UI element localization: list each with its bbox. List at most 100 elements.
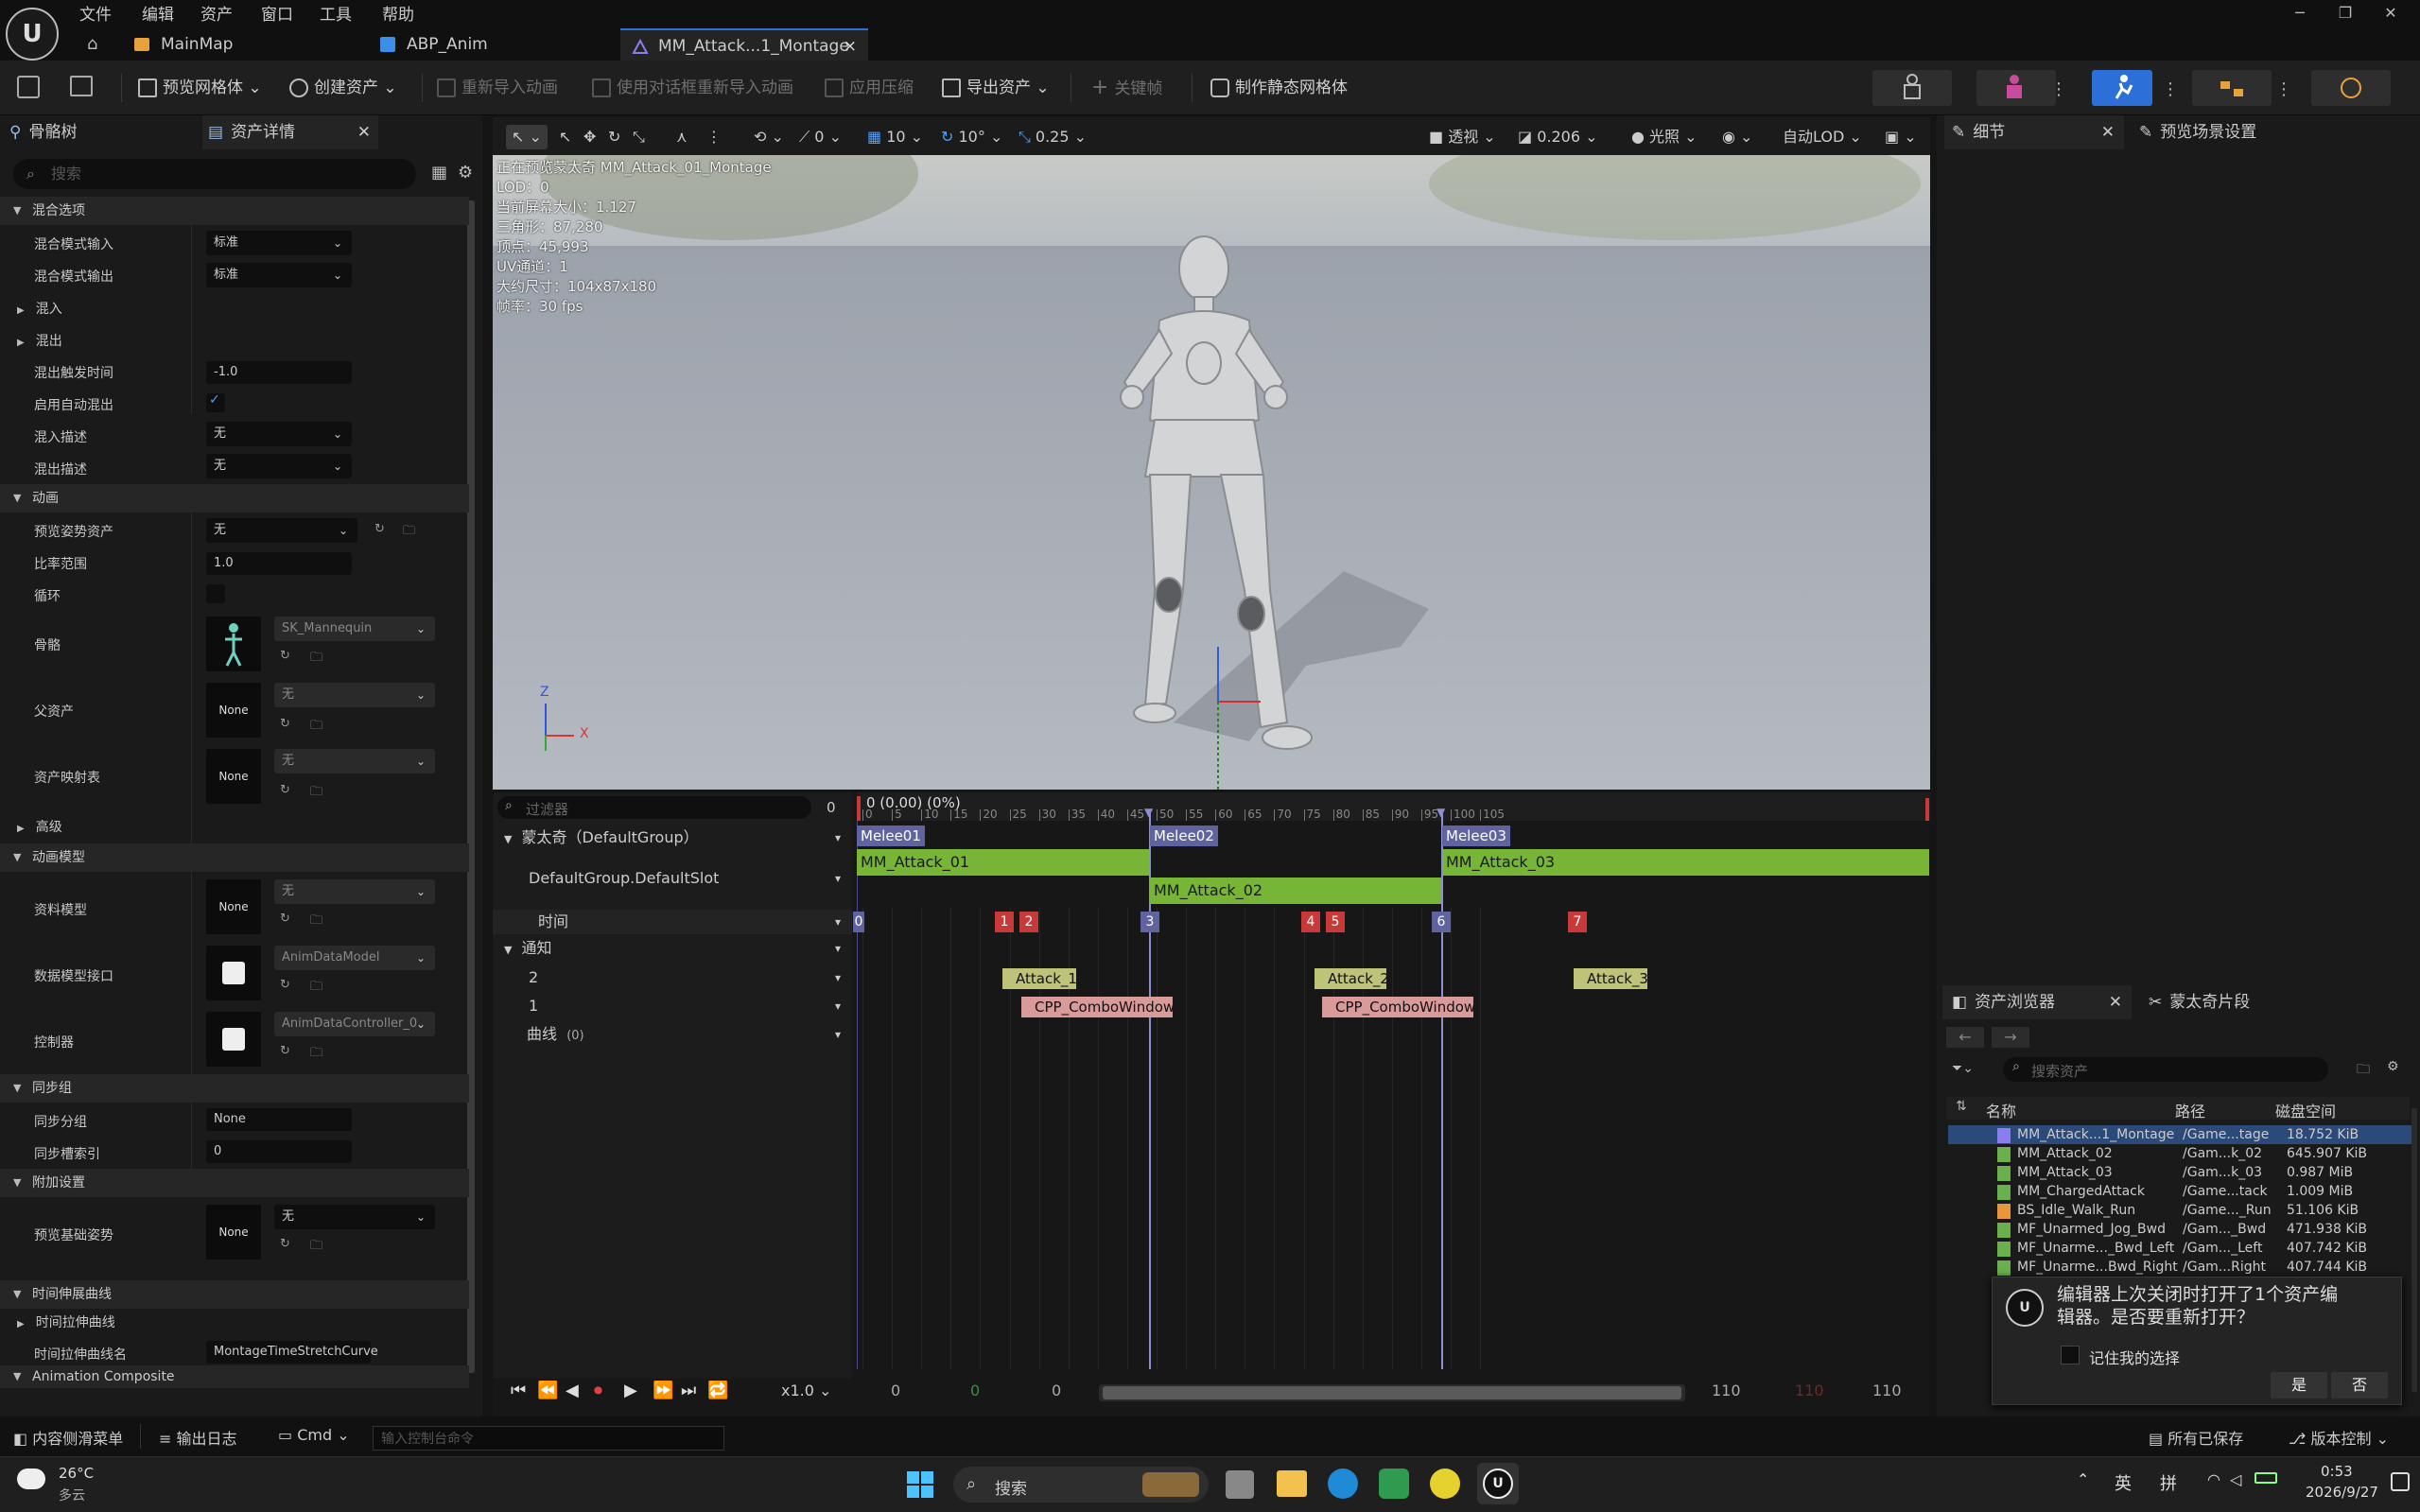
- column-disk-space[interactable]: 磁盘空间: [2275, 1099, 2336, 1121]
- keyframe-button[interactable]: + 关键帧: [1091, 72, 1162, 104]
- preview-mesh-button[interactable]: 预览网格体 ⌄: [138, 72, 262, 104]
- skeleton-dropdown[interactable]: SK_Mannequin ⌄: [274, 617, 435, 641]
- browse-folder-icon[interactable]: 🗀: [310, 649, 327, 666]
- edge-browser-icon[interactable]: [1328, 1469, 1358, 1499]
- asset-row[interactable]: MM_Attack_02/Gam...k_02 645.907 KiB: [1948, 1144, 2411, 1163]
- step-back-icon[interactable]: ⏪: [537, 1381, 558, 1400]
- weather-condition[interactable]: 多云: [59, 1486, 85, 1504]
- loop-icon[interactable]: 🔁: [707, 1381, 728, 1400]
- ime-language[interactable]: 英: [2115, 1470, 2132, 1495]
- skeleton-thumbnail[interactable]: [206, 617, 261, 671]
- tab-asset-browser[interactable]: ◧ 资产浏览器 ✕: [1942, 985, 2132, 1019]
- slot-row[interactable]: DefaultGroup.DefaultSlot ▾: [493, 864, 852, 893]
- time-marker[interactable]: 5: [1326, 912, 1345, 932]
- rotate-icon[interactable]: ↻: [608, 125, 620, 149]
- menu-window[interactable]: 窗口: [261, 2, 293, 28]
- reset-icon[interactable]: ↻: [374, 522, 392, 539]
- reset-icon[interactable]: ↻: [280, 649, 297, 666]
- close-icon[interactable]: ✕: [2370, 0, 2411, 26]
- browse-folder-icon[interactable]: 🗀: [310, 978, 327, 995]
- browse-icon[interactable]: [70, 76, 93, 96]
- blueprint-mode-button[interactable]: [2192, 70, 2272, 106]
- reimport-dialog-button[interactable]: 使用对话框重新导入动画: [592, 72, 793, 104]
- notify-track-1[interactable]: 1 ▾: [493, 995, 852, 1017]
- clock-date[interactable]: 2026/9/27: [2306, 1484, 2378, 1501]
- frame-start[interactable]: 0: [891, 1382, 900, 1399]
- blend-in-row[interactable]: ▶ 混入: [17, 299, 62, 318]
- physics-mode-button[interactable]: [2311, 70, 2391, 106]
- auto-blend-checkbox[interactable]: ✓: [206, 392, 225, 412]
- make-static-mesh-button[interactable]: 制作静态网格体: [1210, 72, 1348, 104]
- reset-icon[interactable]: ↻: [280, 717, 297, 734]
- time-marker[interactable]: 2: [1019, 912, 1038, 932]
- montage-group-row[interactable]: ▼ 蒙太奇（DefaultGroup） ▾: [493, 825, 852, 851]
- asset-row[interactable]: MF_Unarme..._Bwd_Left/Gam..._Left 407.742…: [1948, 1239, 2411, 1258]
- tab-mainmap[interactable]: MainMap: [123, 28, 369, 61]
- notify-attack-2[interactable]: Attack_2: [1314, 968, 1386, 989]
- unreal-engine-taskbar-icon[interactable]: U: [1477, 1463, 1519, 1504]
- frame-view-end[interactable]: 110: [1712, 1382, 1741, 1399]
- folder-icon[interactable]: 🗀: [2357, 1059, 2370, 1082]
- browse-folder-icon[interactable]: 🗀: [310, 717, 327, 734]
- column-path[interactable]: 路径: [2175, 1099, 2205, 1121]
- preview-base-pose-dropdown[interactable]: 无 ⌄: [274, 1205, 435, 1229]
- time-marker[interactable]: 7: [1568, 912, 1587, 932]
- more-icon[interactable]: ⋮: [2050, 79, 2067, 99]
- scrollbar[interactable]: [467, 200, 475, 1373]
- preview-base-pose-thumbnail[interactable]: None: [206, 1205, 261, 1260]
- skip-to-start-icon[interactable]: ⏮: [511, 1381, 526, 1400]
- step-forward-icon[interactable]: ⏩: [653, 1381, 673, 1400]
- category-anim-model[interactable]: ▼ 动画模型: [0, 843, 469, 872]
- asset-row[interactable]: MM_ChargedAttack/Game...tack 1.009 MiB: [1948, 1182, 2411, 1201]
- details-search-input[interactable]: ⌕ 搜索: [13, 159, 416, 189]
- category-animation[interactable]: ▼ 动画: [0, 484, 469, 513]
- frame-end[interactable]: 110: [1872, 1382, 1902, 1399]
- asset-mapping-thumbnail[interactable]: None: [206, 749, 261, 804]
- blend-out-desc-dropdown[interactable]: 无 ⌄: [206, 454, 352, 478]
- preview-viewport[interactable]: Z X: [493, 117, 1930, 790]
- browse-folder-icon[interactable]: 🗀: [310, 1044, 327, 1061]
- tab-details[interactable]: ✎ 细节 ✕: [1944, 115, 2124, 149]
- blend-out-trigger-field[interactable]: -1.0: [206, 361, 352, 384]
- lighting-button[interactable]: ● 光照 ⌄: [1631, 125, 1697, 149]
- curves-row[interactable]: 曲线 (0) ▾: [493, 1023, 852, 1046]
- time-row[interactable]: 时间 ▾: [493, 910, 852, 934]
- blend-mode-out-dropdown[interactable]: 标准 ⌄: [206, 263, 352, 287]
- play-reverse-icon[interactable]: ◀: [566, 1381, 579, 1400]
- timeline-scrollbar-thumb[interactable]: [1103, 1386, 1681, 1399]
- tray-expand-icon[interactable]: ⌃: [2077, 1470, 2089, 1488]
- more-icon[interactable]: ⋮: [2275, 79, 2292, 99]
- cmd-button[interactable]: ▭ Cmd ⌄: [278, 1426, 350, 1444]
- dropdown-arrow-icon[interactable]: ▾: [835, 995, 841, 1017]
- column-name[interactable]: 名称: [1986, 1099, 2016, 1121]
- data-model-dropdown[interactable]: 无 ⌄: [274, 879, 435, 904]
- reset-icon[interactable]: ↻: [280, 1237, 297, 1254]
- show-button[interactable]: ◉ ⌄: [1722, 125, 1752, 149]
- minimize-icon[interactable]: ─: [2279, 0, 2321, 26]
- controller-thumbnail[interactable]: [206, 1012, 261, 1067]
- column-sort-icon[interactable]: ⇅: [1956, 1099, 1967, 1114]
- reset-icon[interactable]: ↻: [280, 1044, 297, 1061]
- reset-icon[interactable]: ↻: [280, 978, 297, 995]
- dropdown-arrow-icon[interactable]: ▾: [835, 1023, 841, 1046]
- source-control-button[interactable]: ⎇ 版本控制 ⌄: [2289, 1426, 2389, 1449]
- select-icon[interactable]: ↖: [559, 125, 571, 149]
- scale-snap-button[interactable]: ⤡ 0.25 ⌄: [1018, 125, 1087, 149]
- category-time-stretch[interactable]: ▼ 时间伸展曲线: [0, 1280, 469, 1309]
- notify-attack-3[interactable]: Attack_3: [1574, 968, 1647, 989]
- tab-asset-details[interactable]: ▤ 资产详情 ✕: [202, 115, 378, 149]
- controller-dropdown[interactable]: AnimDataController_0 ⌄: [274, 1012, 435, 1036]
- dropdown-arrow-icon[interactable]: ▾: [835, 936, 841, 961]
- parent-asset-dropdown[interactable]: 无 ⌄: [274, 683, 435, 707]
- tab-abp-anim[interactable]: ABP_Anim: [369, 28, 615, 61]
- menu-edit[interactable]: 编辑: [142, 2, 174, 28]
- taskbar-search[interactable]: ⌕ 搜索: [953, 1467, 1209, 1503]
- menu-asset[interactable]: 资产: [200, 2, 233, 28]
- rate-scale-field[interactable]: 1.0: [206, 552, 352, 575]
- segment-attack-03[interactable]: MM_Attack_03: [1442, 849, 1929, 876]
- windows-start-icon[interactable]: [906, 1470, 934, 1499]
- reset-icon[interactable]: ↻: [280, 783, 297, 800]
- grid-snap-button[interactable]: ▦ 10 ⌄: [867, 125, 923, 149]
- scrollbar-thumb[interactable]: [467, 200, 475, 1373]
- unreal-logo-icon[interactable]: U: [6, 8, 59, 61]
